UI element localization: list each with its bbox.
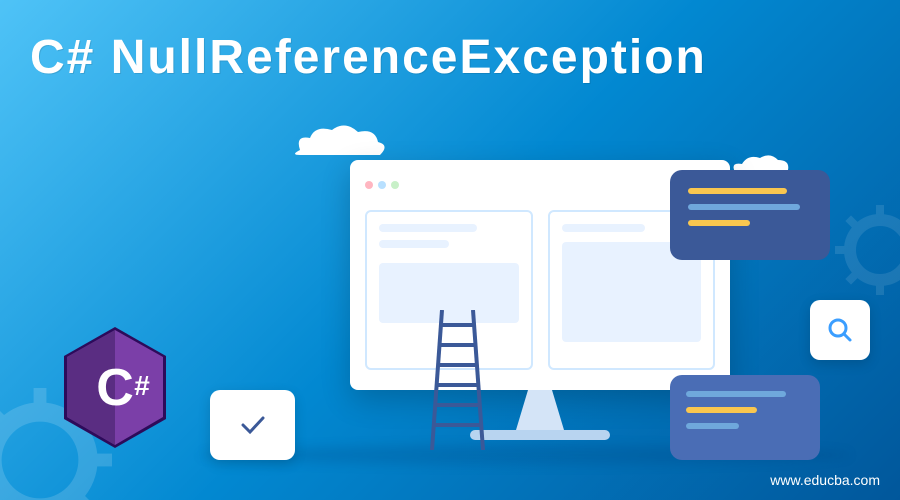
window-dot [365, 181, 373, 189]
search-card [810, 300, 870, 360]
checkmark-card [210, 390, 295, 460]
ladder-illustration [430, 310, 485, 450]
code-line [686, 423, 739, 429]
code-line [686, 407, 757, 413]
cloud-decoration-1 [280, 120, 400, 160]
code-line [688, 220, 750, 226]
svg-text:C: C [96, 359, 134, 417]
placeholder-line [562, 224, 646, 232]
website-url: www.educba.com [770, 472, 880, 488]
gear-decoration-right [830, 200, 900, 300]
placeholder-line [379, 224, 477, 232]
code-line [688, 188, 787, 194]
monitor-base [470, 430, 610, 440]
checkmark-icon [238, 410, 268, 440]
code-line [686, 391, 786, 397]
window-dot [391, 181, 399, 189]
browser-dots [365, 175, 715, 195]
placeholder-line [379, 240, 449, 248]
search-icon [826, 316, 854, 344]
csharp-logo: C # [60, 325, 170, 450]
monitor-stand [510, 390, 570, 430]
banner-title: C# NullReferenceException [30, 30, 707, 85]
browser-content [365, 210, 715, 370]
code-snippet-box [670, 170, 830, 260]
svg-text:#: # [134, 370, 150, 401]
code-snippet-box [670, 375, 820, 460]
hero-banner: C# NullReferenceException C # [0, 0, 900, 500]
code-line [688, 204, 800, 210]
window-dot [378, 181, 386, 189]
